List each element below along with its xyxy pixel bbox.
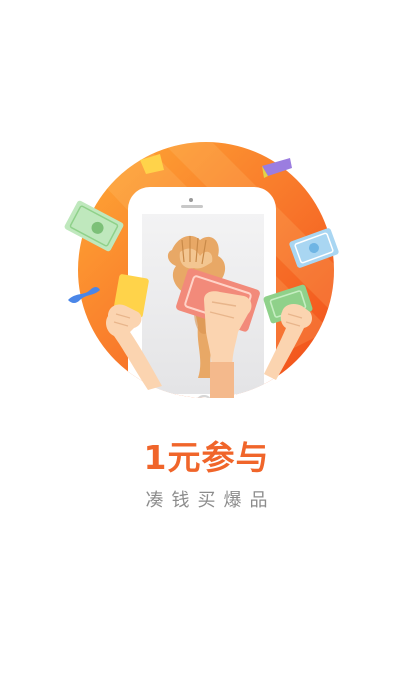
splash-screen: 1元参与 凑钱买爆品 bbox=[0, 0, 413, 689]
tagline-text: 凑钱买爆品 bbox=[145, 490, 276, 511]
phone-with-raised-fists-and-cash-illustration bbox=[64, 142, 339, 398]
headline-text: 1元参与 bbox=[143, 438, 270, 477]
